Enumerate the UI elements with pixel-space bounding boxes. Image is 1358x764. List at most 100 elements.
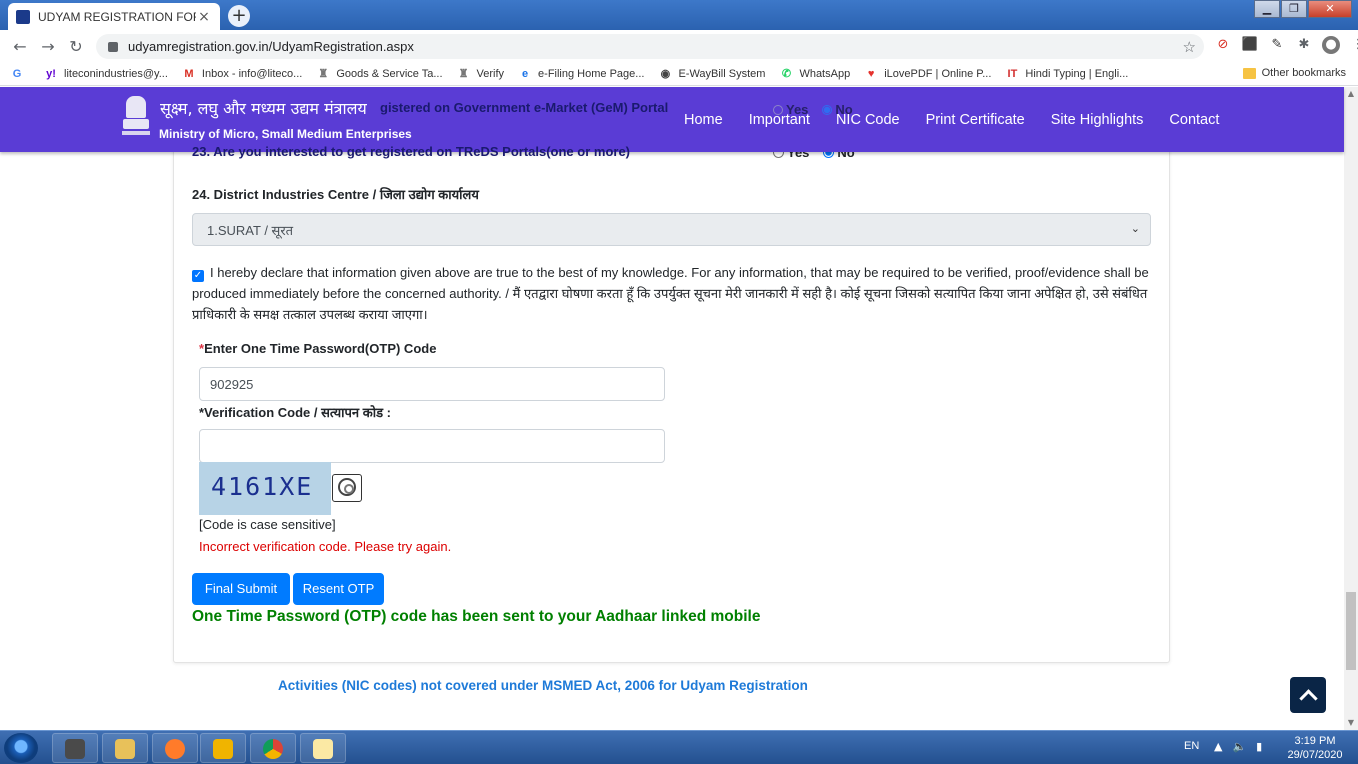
gmail-icon: M xyxy=(184,67,194,80)
bookmark-label: E-WayBill System xyxy=(678,67,766,80)
nav-print-certificate[interactable]: Print Certificate xyxy=(926,112,1025,128)
new-tab-button[interactable]: + xyxy=(228,5,250,27)
bookmark-item[interactable]: ◉ E-WayBill System xyxy=(658,67,766,81)
volume-icon[interactable]: 🔈 xyxy=(1232,740,1246,753)
hindi-typing-icon: IT xyxy=(1007,67,1018,80)
url-text[interactable]: udyamregistration.gov.in/UdyamRegistrati… xyxy=(128,39,1183,54)
case-sensitive-note: [Code is case sensitive] xyxy=(199,517,336,532)
reload-icon[interactable]: ↻ xyxy=(62,37,90,56)
error-message: Incorrect verification code. Please try … xyxy=(199,539,452,554)
adobe-extension-icon[interactable]: ✎ xyxy=(1268,36,1286,54)
nav-important[interactable]: Important xyxy=(749,112,810,128)
bookmark-star-icon[interactable]: ☆ xyxy=(1183,38,1196,56)
ministry-name-hindi[interactable]: सूक्ष्म, लघु और मध्यम उद्यम मंत्रालय xyxy=(160,97,367,119)
site-header: gistered on Government e-Market (GeM) Po… xyxy=(0,87,1344,159)
browser-tab[interactable]: UDYAM REGISTRATION FORM - Fo × xyxy=(8,3,220,30)
taskbar-tally-erp-app[interactable] xyxy=(300,733,346,763)
other-bookmarks[interactable]: Other bookmarks xyxy=(1242,67,1346,79)
declaration: ✓ I hereby declare that information given… xyxy=(192,262,1152,325)
verification-code-label: *Verification Code / सत्यापन कोड : xyxy=(199,405,392,420)
pdf-extension-icon[interactable]: ⬛ xyxy=(1241,36,1259,54)
nic-codes-link[interactable]: Activities (NIC codes) not covered under… xyxy=(278,678,808,693)
taskbar-explorer-app[interactable] xyxy=(102,733,148,763)
clock-date: 29/07/2020 xyxy=(1287,749,1343,761)
scroll-down-icon[interactable]: ▼ xyxy=(1344,716,1358,730)
national-emblem-logo[interactable] xyxy=(122,96,150,138)
bookmark-item[interactable]: ♜ Verify xyxy=(457,67,505,81)
verify-icon: ♜ xyxy=(458,67,469,80)
scroll-up-icon[interactable]: ▲ xyxy=(1344,87,1358,101)
bookmark-label: iLovePDF | Online P... xyxy=(884,67,992,80)
ministry-name-english[interactable]: Ministry of Micro, Small Medium Enterpri… xyxy=(159,127,412,141)
taskbar-scanner-app[interactable] xyxy=(52,733,98,763)
nav-home[interactable]: Home xyxy=(684,112,723,128)
gst-icon: ♜ xyxy=(318,67,329,80)
refresh-captcha-icon[interactable] xyxy=(332,474,362,502)
system-tray: ▲ 🔈 ▮ xyxy=(1214,740,1262,753)
tab-close-icon[interactable]: × xyxy=(196,9,212,25)
declaration-checkbox[interactable]: ✓ xyxy=(192,270,204,282)
window-controls: ▁ ❐ ✕ xyxy=(1253,0,1352,20)
forward-icon[interactable]: → xyxy=(34,37,62,56)
nav-nic-code[interactable]: NIC Code xyxy=(836,112,900,128)
bookmark-item[interactable]: y! liteconindustries@y... xyxy=(44,67,168,81)
bookmark-item[interactable]: IT Hindi Typing | Engli... xyxy=(1005,67,1129,81)
google-icon: G xyxy=(12,67,22,80)
verification-code-input[interactable] xyxy=(199,429,665,463)
captcha-text: 4161XE xyxy=(211,472,314,501)
taskbar-chrome-app[interactable] xyxy=(250,733,296,763)
tray-expand-icon[interactable]: ▲ xyxy=(1214,740,1222,753)
chevron-down-icon: ⌄ xyxy=(1130,223,1140,235)
otp-sent-message: One Time Password (OTP) code has been se… xyxy=(192,608,761,625)
declaration-text: I hereby declare that information given … xyxy=(192,265,1149,322)
network-icon[interactable]: ▮ xyxy=(1256,740,1262,753)
otp-label-text: Enter One Time Password(OTP) Code xyxy=(204,341,437,356)
edge-icon: e xyxy=(521,67,529,80)
nav-contact[interactable]: Contact xyxy=(1169,112,1219,128)
maximize-button[interactable]: ❐ xyxy=(1281,0,1307,18)
page-scrollbar[interactable]: ▲ ▼ xyxy=(1344,87,1358,730)
tab-title: UDYAM REGISTRATION FORM - Fo xyxy=(38,9,196,24)
whatsapp-icon: ✆ xyxy=(781,67,792,80)
block-extension-icon[interactable]: ⊘ xyxy=(1214,36,1232,54)
scroll-thumb[interactable] xyxy=(1346,592,1356,670)
window-close-button[interactable]: ✕ xyxy=(1308,0,1352,18)
bookmarks-bar: G y! liteconindustries@y... M Inbox - info@… xyxy=(0,62,1358,86)
page-viewport: Yes No 24. District Industries Centre / … xyxy=(0,87,1344,730)
final-submit-button[interactable]: Final Submit xyxy=(192,573,290,605)
start-button[interactable] xyxy=(4,733,38,763)
language-indicator[interactable]: EN xyxy=(1184,740,1199,752)
district-select[interactable]: 1.SURAT / सूरत ⌄ xyxy=(192,213,1151,246)
other-bookmarks-label: Other bookmarks xyxy=(1261,67,1346,79)
taskbar-clock[interactable]: 3:19 PM 29/07/2020 xyxy=(1280,734,1350,762)
main-nav: Home Important NIC Code Print Certificat… xyxy=(684,112,1245,128)
minimize-button[interactable]: ▁ xyxy=(1254,0,1280,18)
back-icon[interactable]: ← xyxy=(6,37,34,56)
bookmark-label: liteconindustries@y... xyxy=(64,67,168,80)
q22-text: gistered on Government e-Market (GeM) Po… xyxy=(380,100,669,115)
bookmark-label: Hindi Typing | Engli... xyxy=(1025,67,1129,80)
profile-avatar[interactable]: ● xyxy=(1322,36,1340,54)
bookmark-google[interactable]: G xyxy=(10,67,30,81)
bookmark-label: Verify xyxy=(476,67,505,80)
bookmark-label: e-Filing Home Page... xyxy=(538,67,645,80)
district-selected-value: 1.SURAT / सूरत xyxy=(207,222,294,238)
bookmark-item[interactable]: ✆ WhatsApp xyxy=(779,67,850,81)
lock-icon[interactable] xyxy=(108,41,118,52)
resend-otp-button[interactable]: Resent OTP xyxy=(293,573,384,605)
q23-text: 23. Are you interested to get registered… xyxy=(192,144,631,159)
menu-icon[interactable]: ⋮ xyxy=(1349,36,1358,54)
taskbar-tally-app[interactable] xyxy=(200,733,246,763)
address-bar[interactable]: udyamregistration.gov.in/UdyamRegistrati… xyxy=(96,34,1204,59)
bookmark-item[interactable]: e e-Filing Home Page... xyxy=(518,67,644,81)
taskbar-firefox-app[interactable] xyxy=(152,733,198,763)
browser-toolbar: ← → ↻ udyamregistration.gov.in/UdyamRegi… xyxy=(0,30,1358,62)
otp-input[interactable] xyxy=(199,367,665,401)
nav-site-highlights[interactable]: Site Highlights xyxy=(1051,112,1144,128)
bookmark-label: Inbox - info@liteco... xyxy=(201,67,303,80)
bookmark-item[interactable]: M Inbox - info@liteco... xyxy=(182,67,302,81)
puzzle-extension-icon[interactable]: ✱ xyxy=(1295,36,1313,54)
bookmark-item[interactable]: ♜ Goods & Service Ta... xyxy=(316,67,442,81)
scroll-to-top-button[interactable] xyxy=(1290,677,1326,713)
bookmark-item[interactable]: ♥ iLovePDF | Online P... xyxy=(864,67,991,81)
